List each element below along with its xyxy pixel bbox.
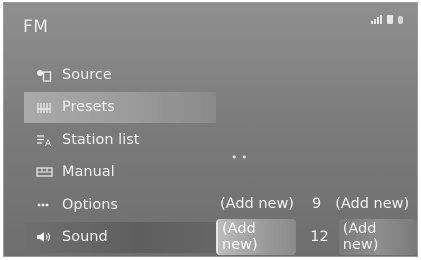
radio-screen: FM Source Presets A Station list Manual … [3, 2, 418, 257]
sound-icon [36, 230, 56, 244]
status-bar [371, 15, 403, 24]
menu-item-presets[interactable]: Presets [24, 91, 216, 123]
menu-item-label: Sound [62, 229, 108, 246]
menu-item-sound[interactable]: Sound [24, 221, 216, 253]
menu-item-options[interactable]: Options [24, 189, 216, 220]
side-menu: Source Presets A Station list Manual Opt… [24, 59, 216, 255]
preset-row: (Add new) 12 (Add new) [216, 219, 417, 255]
presets-icon [36, 100, 56, 114]
menu-item-label: Options [62, 196, 118, 213]
preset-add-new-button[interactable]: (Add new) [338, 219, 417, 255]
menu-item-source[interactable]: Source [24, 59, 216, 90]
preset-add-new-button[interactable]: (Add new) [216, 194, 298, 214]
preset-number: 9 [311, 196, 322, 212]
battery-icon [398, 16, 403, 24]
preset-number: 12 [310, 229, 329, 245]
menu-item-station-list[interactable]: A Station list [24, 124, 216, 155]
menu-item-label: Manual [62, 164, 115, 181]
options-icon [36, 198, 56, 212]
menu-item-manual[interactable]: Manual [24, 157, 216, 188]
phone-icon [387, 15, 393, 24]
menu-item-label: Source [62, 66, 112, 83]
station-list-icon: A [36, 133, 56, 147]
source-icon [36, 68, 56, 82]
preset-add-new-button[interactable]: (Add new) [331, 194, 413, 214]
indicator-dots: • • [231, 151, 248, 164]
svg-text:A: A [45, 139, 52, 147]
menu-item-label: Presets [62, 99, 115, 116]
menu-item-label: Station list [62, 131, 140, 148]
signal-icon [371, 15, 382, 24]
page-title: FM [23, 17, 49, 37]
preset-row: (Add new) 9 (Add new) [216, 189, 413, 219]
manual-icon [36, 165, 56, 179]
preset-add-new-button[interactable]: (Add new) [216, 219, 297, 255]
